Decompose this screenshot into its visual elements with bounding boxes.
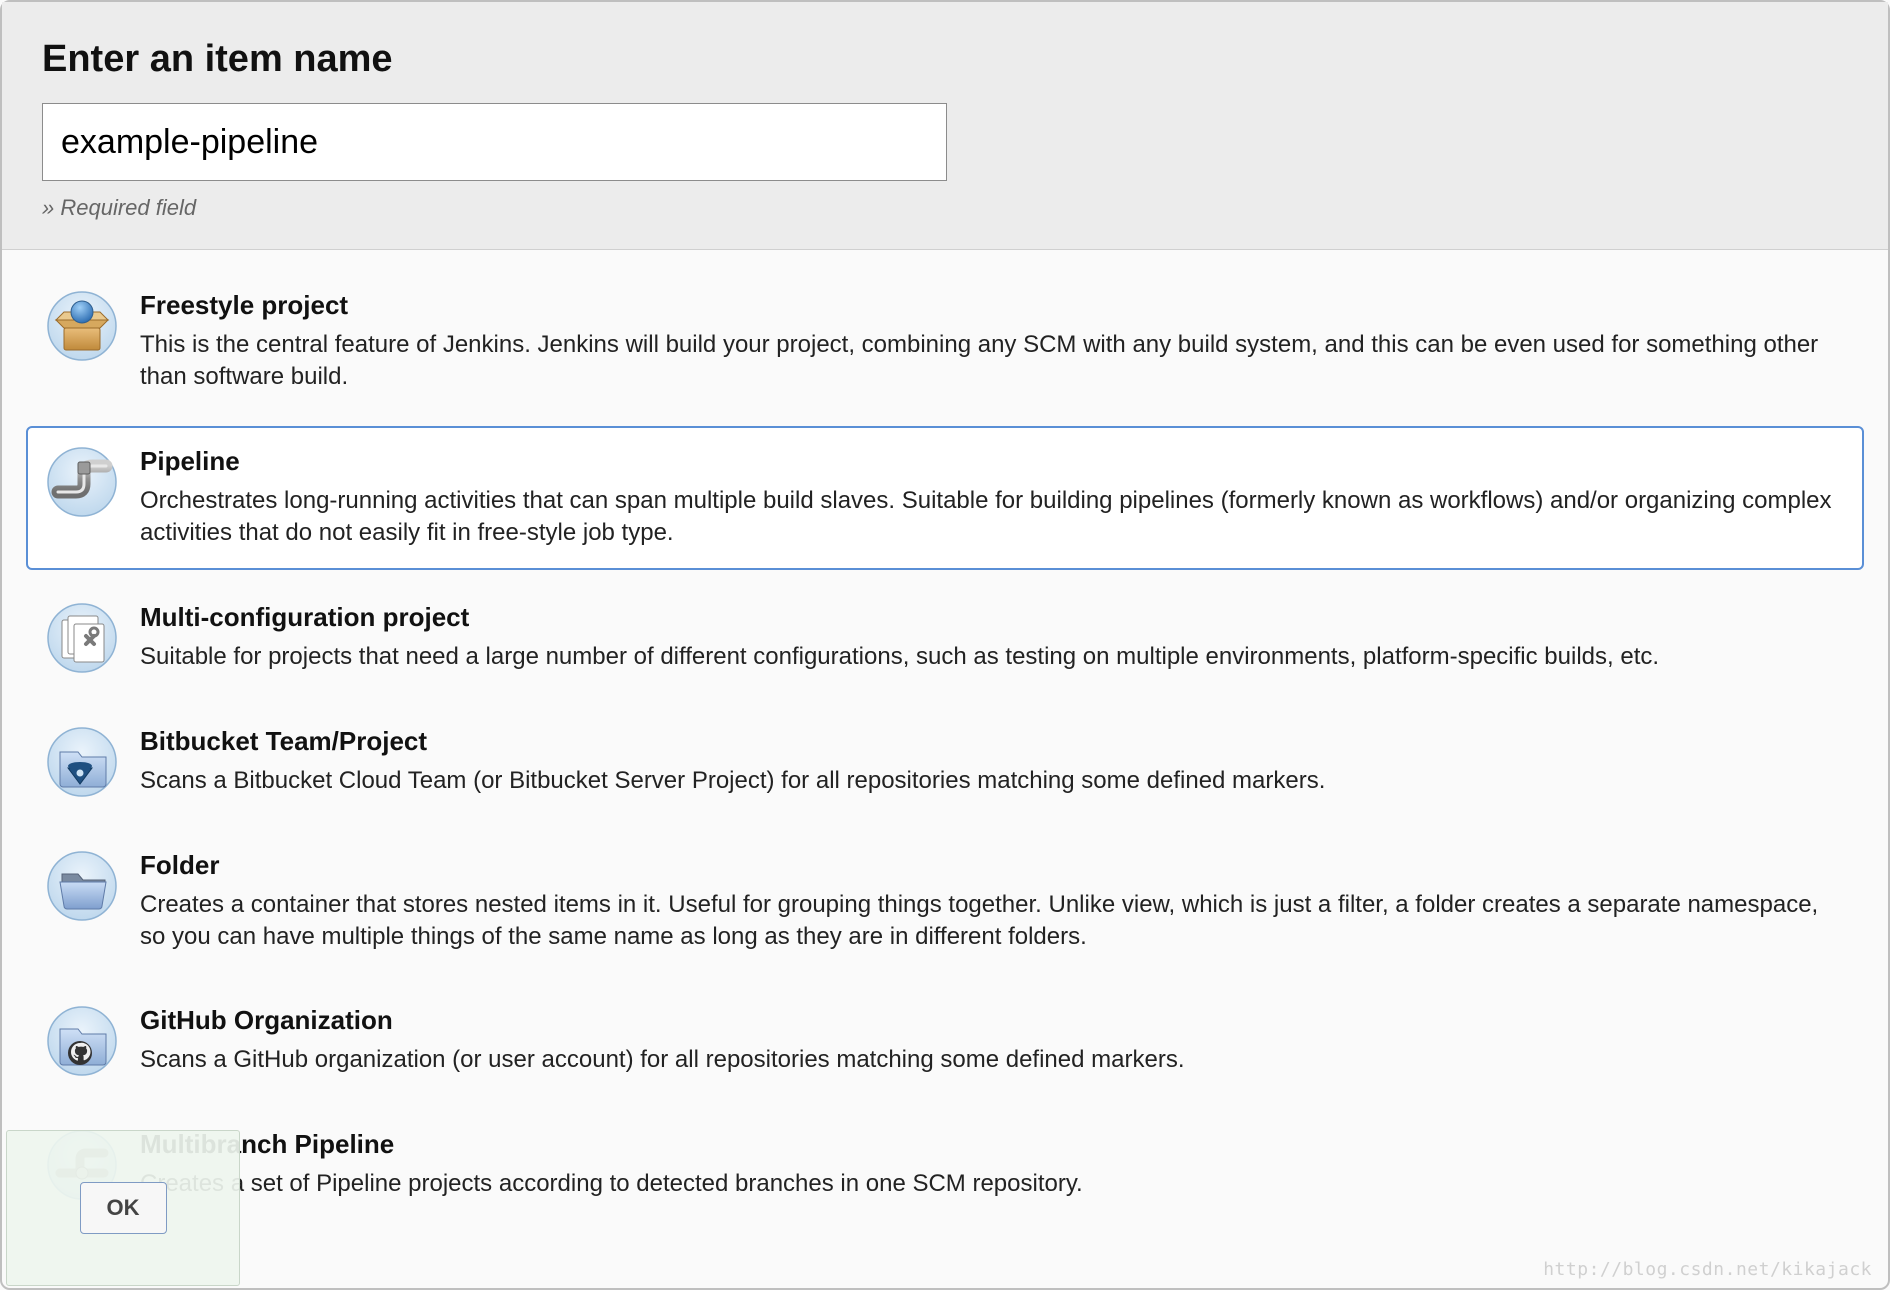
watermark: http://blog.csdn.net/kikajack (1543, 1259, 1872, 1280)
type-text: GitHub Organization Scans a GitHub organ… (140, 1005, 1184, 1077)
header-section: Enter an item name » Required field (2, 2, 1888, 250)
type-title: Bitbucket Team/Project (140, 726, 1325, 757)
type-text: Pipeline Orchestrates long-running activ… (140, 446, 1844, 550)
type-description: Creates a set of Pipeline projects accor… (140, 1168, 1083, 1200)
multi-configuration-icon (46, 602, 118, 674)
type-title: Multibranch Pipeline (140, 1129, 1083, 1160)
type-title: Pipeline (140, 446, 1844, 477)
type-option-github-organization[interactable]: GitHub Organization Scans a GitHub organ… (26, 985, 1864, 1097)
ok-button[interactable]: OK (80, 1182, 167, 1234)
type-description: Scans a GitHub organization (or user acc… (140, 1044, 1184, 1076)
type-option-pipeline[interactable]: Pipeline Orchestrates long-running activ… (26, 426, 1864, 570)
type-text: Multi-configuration project Suitable for… (140, 602, 1659, 674)
folder-icon (46, 850, 118, 922)
new-item-page: Enter an item name » Required field (0, 0, 1890, 1290)
bitbucket-icon (46, 726, 118, 798)
ok-panel: OK (6, 1130, 240, 1286)
type-description: Suitable for projects that need a large … (140, 641, 1659, 673)
type-text: Bitbucket Team/Project Scans a Bitbucket… (140, 726, 1325, 798)
type-option-folder[interactable]: Folder Creates a container that stores n… (26, 830, 1864, 974)
item-name-input[interactable] (42, 103, 947, 181)
type-text: Freestyle project This is the central fe… (140, 290, 1844, 394)
page-title: Enter an item name (42, 38, 1848, 81)
type-description: Creates a container that stores nested i… (140, 889, 1844, 954)
item-type-list: Freestyle project This is the central fe… (2, 250, 1888, 1221)
type-title: Multi-configuration project (140, 602, 1659, 633)
type-option-multibranch-pipeline[interactable]: Multibranch Pipeline Creates a set of Pi… (26, 1109, 1864, 1221)
type-description: This is the central feature of Jenkins. … (140, 329, 1844, 394)
type-title: GitHub Organization (140, 1005, 1184, 1036)
pipeline-icon (46, 446, 118, 518)
type-option-bitbucket[interactable]: Bitbucket Team/Project Scans a Bitbucket… (26, 706, 1864, 818)
type-option-multi-configuration[interactable]: Multi-configuration project Suitable for… (26, 582, 1864, 694)
type-text: Folder Creates a container that stores n… (140, 850, 1844, 954)
github-organization-icon (46, 1005, 118, 1077)
type-description: Orchestrates long-running activities tha… (140, 485, 1844, 550)
type-text: Multibranch Pipeline Creates a set of Pi… (140, 1129, 1083, 1201)
required-field-hint: » Required field (42, 195, 1848, 221)
freestyle-project-icon (46, 290, 118, 362)
type-description: Scans a Bitbucket Cloud Team (or Bitbuck… (140, 765, 1325, 797)
type-title: Freestyle project (140, 290, 1844, 321)
type-option-freestyle[interactable]: Freestyle project This is the central fe… (26, 270, 1864, 414)
type-title: Folder (140, 850, 1844, 881)
